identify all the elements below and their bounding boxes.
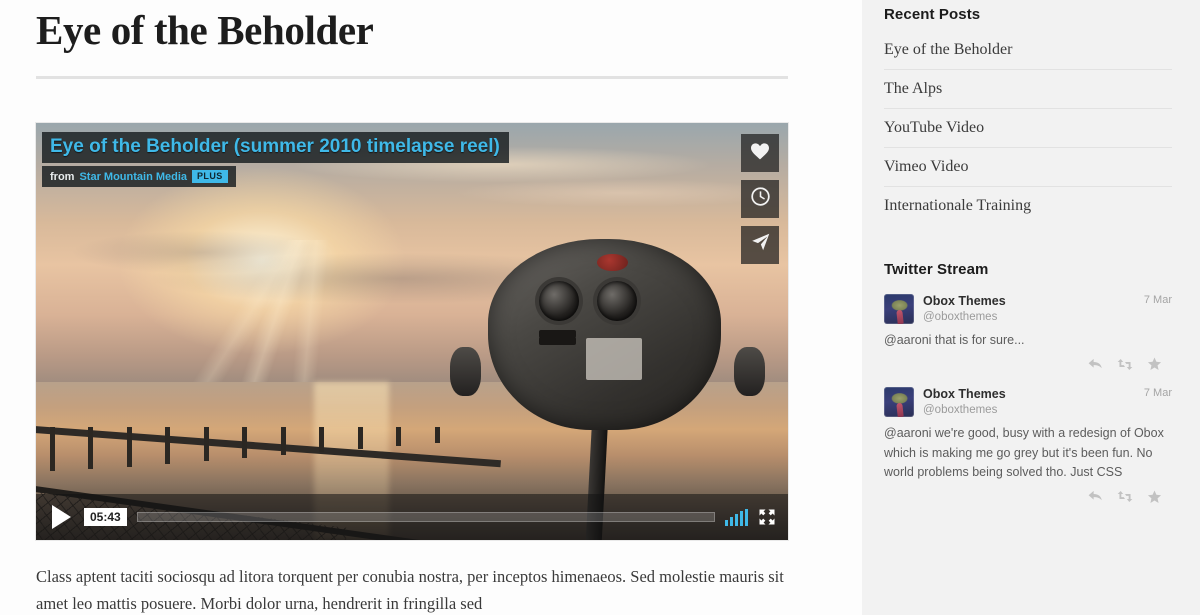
avatar[interactable] [884,294,914,324]
video-author-link[interactable]: Star Mountain Media [79,171,187,183]
tweet-item: Obox Themes @oboxthemes 7 Mar @aaroni we… [884,387,1172,503]
tweet-names: Obox Themes @oboxthemes [923,294,1006,324]
paper-plane-icon [750,232,771,258]
recent-posts-list: Eye of the Beholder The Alps YouTube Vid… [884,31,1172,225]
tweet-handle[interactable]: @oboxthemes [923,403,1006,417]
tweet-header: Obox Themes @oboxthemes 7 Mar [923,294,1172,324]
widget-twitter-stream: Twitter Stream Obox Themes @oboxthemes 7… [884,261,1172,504]
fullscreen-icon [758,509,776,530]
clock-icon [750,186,771,212]
video-control-bar: 05:43 [36,494,788,541]
video-author-overlay: from Star Mountain Media PLUS [42,166,236,188]
page-title: Eye of the Beholder [36,7,374,53]
widget-recent-posts: Recent Posts Eye of the Beholder The Alp… [884,6,1172,225]
recent-posts-title: Recent Posts [884,6,981,23]
video-plus-badge: PLUS [192,170,228,184]
sidebar: Recent Posts Eye of the Beholder The Alp… [862,0,1200,615]
main-content-column: Eye of the Beholder Eye of the Beholder … [0,0,862,615]
play-icon [51,505,71,530]
tweet-timestamp[interactable]: 7 Mar [1138,294,1172,306]
tweet-item: Obox Themes @oboxthemes 7 Mar @aaroni th… [884,294,1172,371]
favorite-icon[interactable] [1147,489,1162,504]
tweet-actions [884,357,1172,371]
like-button[interactable] [741,134,779,173]
volume-control[interactable] [725,508,748,526]
twitter-stream-title: Twitter Stream [884,261,989,278]
recent-post-item-2[interactable]: The Alps [884,70,1172,109]
tweet-text: @aaroni that is for sure... [884,333,1025,347]
reply-icon[interactable] [1088,357,1103,371]
tweet-handle[interactable]: @oboxthemes [923,310,1006,324]
tweet-names: Obox Themes @oboxthemes [923,387,1006,417]
tweet-text: @aaroni we're good, busy with a redesign… [884,426,1164,480]
title-divider [36,76,788,80]
tweet-author-name[interactable]: Obox Themes [923,294,1006,310]
recent-post-item-4[interactable]: Vimeo Video [884,148,1172,187]
watch-later-button[interactable] [741,180,779,219]
video-from-label: from [50,170,75,183]
retweet-icon[interactable] [1117,490,1133,504]
retweet-icon[interactable] [1117,357,1133,371]
tweet-actions [884,489,1172,504]
video-progress-bar[interactable] [136,512,715,523]
page-root: Eye of the Beholder Eye of the Beholder … [0,0,1200,615]
reply-icon[interactable] [1088,490,1103,504]
video-action-buttons [741,134,779,265]
video-title-text: Eye of the Beholder (summer 2010 timelap… [50,136,500,158]
heart-icon [750,142,770,165]
video-player[interactable]: Eye of the Beholder (summer 2010 timelap… [36,123,788,541]
post-body-paragraph: Class aptent taciti sociosqu ad litora t… [36,567,784,613]
play-button[interactable] [48,504,74,530]
video-title-overlay[interactable]: Eye of the Beholder (summer 2010 timelap… [42,132,509,163]
favorite-icon[interactable] [1147,357,1162,371]
fullscreen-button[interactable] [758,508,776,526]
recent-post-item-1[interactable]: Eye of the Beholder [884,31,1172,70]
share-button[interactable] [741,226,779,265]
video-duration-label: 05:43 [84,508,127,527]
tweet-header: Obox Themes @oboxthemes 7 Mar [923,387,1172,417]
tweet-timestamp[interactable]: 7 Mar [1138,387,1172,399]
avatar[interactable] [884,387,914,418]
recent-post-item-3[interactable]: YouTube Video [884,109,1172,148]
recent-post-item-5[interactable]: Internationale Training [884,187,1172,225]
video-thumbnail-binocular-viewer [449,223,766,541]
tweet-author-name[interactable]: Obox Themes [923,387,1006,403]
